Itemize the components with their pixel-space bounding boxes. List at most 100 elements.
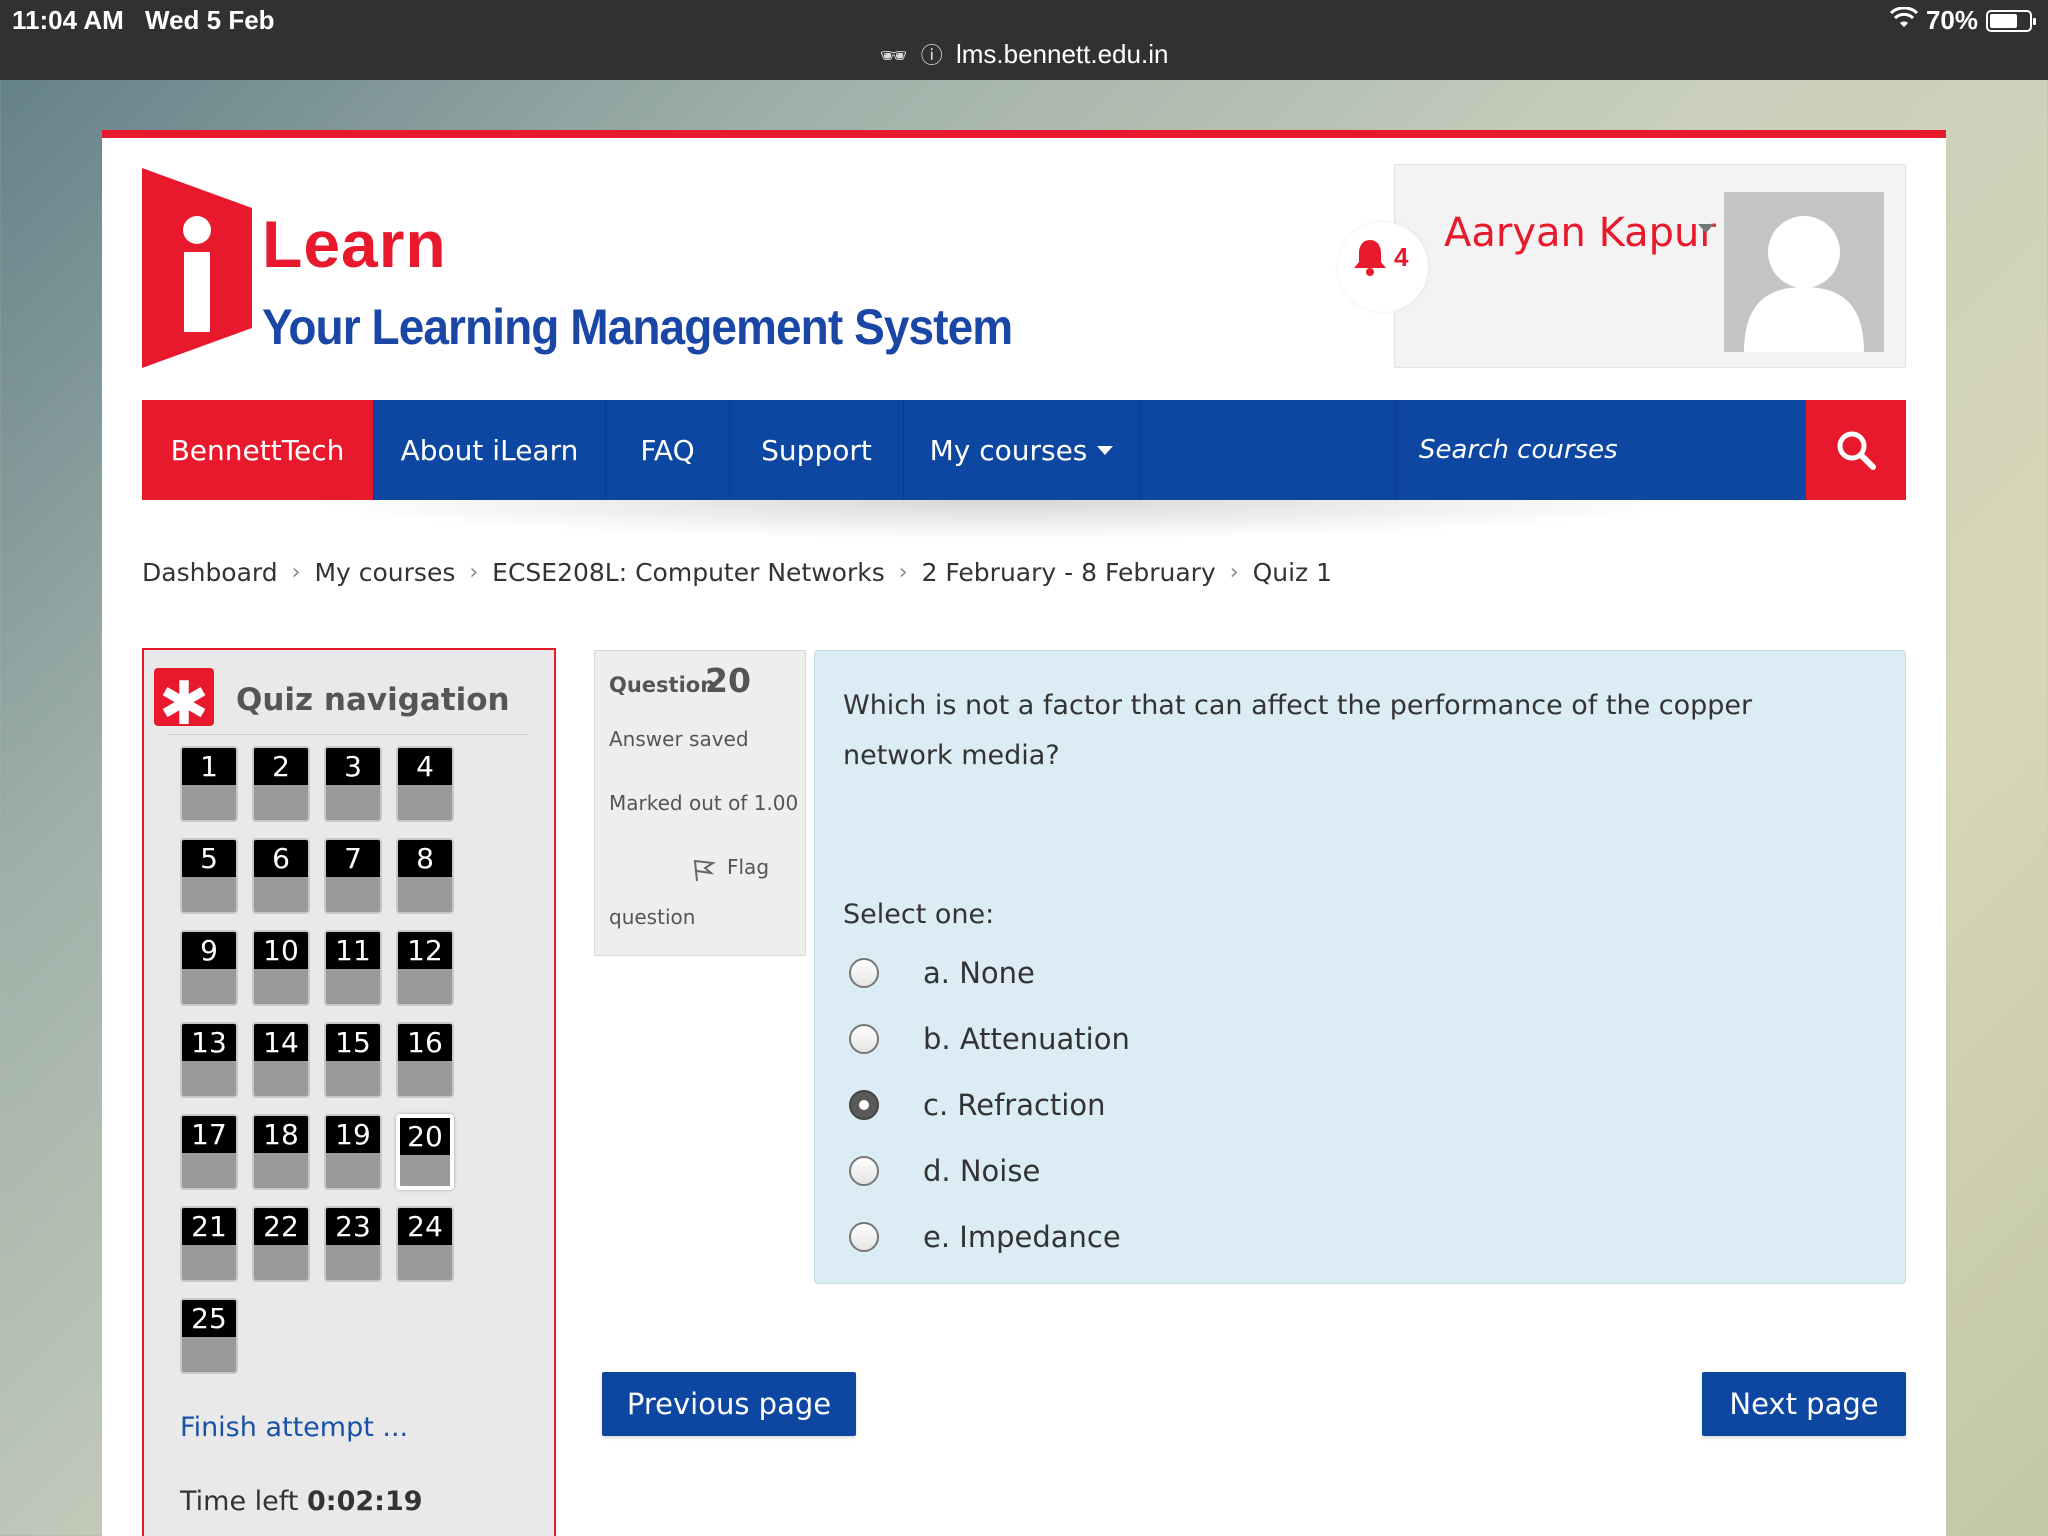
question-button-number: 23 — [326, 1208, 380, 1245]
question-button[interactable]: 21 — [180, 1206, 238, 1282]
question-text: Which is not a factor that can affect th… — [843, 690, 1753, 771]
question-button[interactable]: 20 — [396, 1114, 454, 1190]
chevron-right-icon: › — [469, 560, 479, 585]
next-page-button[interactable]: Next page — [1702, 1372, 1906, 1436]
question-button[interactable]: 12 — [396, 930, 454, 1006]
question-button[interactable]: 9 — [180, 930, 238, 1006]
notifications-button[interactable]: 4 — [1338, 222, 1428, 312]
breadcrumb-dashboard[interactable]: Dashboard — [142, 558, 278, 587]
question-button-number: 3 — [326, 748, 380, 785]
answer-status: Answer saved — [609, 727, 749, 751]
question-button[interactable]: 24 — [396, 1206, 454, 1282]
question-button-number: 5 — [182, 840, 236, 877]
finish-attempt-link[interactable]: Finish attempt ... — [180, 1412, 408, 1443]
time-left: Time left 0:02:19 — [180, 1486, 423, 1517]
question-button[interactable]: 11 — [324, 930, 382, 1006]
page-card: Learn Your Learning Management System 4 … — [102, 130, 1946, 1536]
question-button-number: 17 — [182, 1116, 236, 1153]
user-dropdown-caret-icon[interactable] — [1698, 224, 1714, 233]
question-button[interactable]: 4 — [396, 746, 454, 822]
question-button-number: 7 — [326, 840, 380, 877]
nav-item-about[interactable]: About iLearn — [374, 400, 606, 500]
site-logo[interactable]: Learn Your Learning Management System — [142, 168, 1042, 368]
answer-option[interactable]: b. Attenuation — [849, 1017, 1130, 1061]
question-button[interactable]: 3 — [324, 746, 382, 822]
question-button-number: 9 — [182, 932, 236, 969]
flag-question-label-2[interactable]: question — [609, 905, 695, 929]
address-bar[interactable]: 🕶 ⓘ lms.bennett.edu.in — [0, 38, 2048, 70]
question-button-number: 21 — [182, 1208, 236, 1245]
flag-icon[interactable] — [691, 855, 719, 883]
status-right: 70% — [1889, 5, 2036, 36]
battery-fill — [1990, 13, 2017, 28]
question-button[interactable]: 18 — [252, 1114, 310, 1190]
avatar[interactable] — [1724, 192, 1884, 352]
address-url: lms.bennett.edu.in — [955, 39, 1169, 69]
logo-tagline: Your Learning Management System — [262, 299, 1013, 355]
question-button-number: 1 — [182, 748, 236, 785]
user-silhouette-icon — [1744, 216, 1864, 352]
radio-button[interactable] — [849, 1222, 879, 1252]
radio-button[interactable] — [849, 958, 879, 988]
question-button[interactable]: 22 — [252, 1206, 310, 1282]
logo-title: Learn — [262, 207, 447, 281]
nav-my-courses-label: My courses — [929, 433, 1088, 467]
search-button[interactable] — [1806, 400, 1906, 500]
breadcrumb-course[interactable]: ECSE208L: Computer Networks — [492, 558, 885, 587]
question-button[interactable]: 7 — [324, 838, 382, 914]
nav-item-faq[interactable]: FAQ — [606, 400, 730, 500]
radio-button[interactable] — [849, 1024, 879, 1054]
flag-question-label[interactable]: Flag — [727, 855, 769, 879]
search-icon — [1837, 431, 1876, 470]
nav-item-support[interactable]: Support — [730, 400, 904, 500]
radio-button[interactable] — [849, 1090, 879, 1120]
question-button[interactable]: 1 — [180, 746, 238, 822]
nav-item-my-courses[interactable]: My courses — [904, 400, 1140, 500]
ilearn-logo-icon — [142, 168, 252, 368]
answer-option[interactable]: d. Noise — [849, 1149, 1040, 1193]
nav-item-bennetttech[interactable]: BennettTech — [142, 400, 374, 500]
breadcrumb-quiz[interactable]: Quiz 1 — [1253, 558, 1332, 587]
question-button-number: 14 — [254, 1024, 308, 1061]
question-button-number: 8 — [398, 840, 452, 877]
answer-option-label: e. Impedance — [923, 1220, 1121, 1254]
question-button[interactable]: 17 — [180, 1114, 238, 1190]
answer-option-label: c. Refraction — [923, 1088, 1106, 1122]
question-button[interactable]: 25 — [180, 1298, 238, 1374]
question-button[interactable]: 6 — [252, 838, 310, 914]
question-button[interactable]: 8 — [396, 838, 454, 914]
answer-option[interactable]: e. Impedance — [849, 1215, 1121, 1259]
question-button-number: 16 — [398, 1024, 452, 1061]
question-button[interactable]: 19 — [324, 1114, 382, 1190]
question-button-number: 19 — [326, 1116, 380, 1153]
answer-option[interactable]: c. Refraction — [849, 1083, 1105, 1127]
previous-page-button[interactable]: Previous page — [602, 1372, 856, 1436]
question-button[interactable]: 2 — [252, 746, 310, 822]
radio-button[interactable] — [849, 1156, 879, 1186]
chevron-right-icon: › — [1229, 560, 1239, 585]
question-button[interactable]: 16 — [396, 1022, 454, 1098]
time-left-label: Time left — [180, 1486, 299, 1517]
marked-out-of: Marked out of 1.00 — [609, 791, 799, 815]
question-button[interactable]: 15 — [324, 1022, 382, 1098]
question-button-number: 13 — [182, 1024, 236, 1061]
question-button[interactable]: 14 — [252, 1022, 310, 1098]
status-time: 11:04 AM — [12, 5, 124, 35]
question-button-number: 11 — [326, 932, 380, 969]
question-button[interactable]: 5 — [180, 838, 238, 914]
question-button-number: 4 — [398, 748, 452, 785]
breadcrumb-my-courses[interactable]: My courses — [314, 558, 455, 587]
answer-option[interactable]: a. None — [849, 951, 1035, 995]
search-input[interactable]: Search courses — [1396, 400, 1808, 500]
user-name[interactable]: Aaryan Kapur — [1444, 210, 1716, 256]
question-button[interactable]: 13 — [180, 1022, 238, 1098]
question-button-number: 24 — [398, 1208, 452, 1245]
question-info: Question 20 Answer saved Marked out of 1… — [594, 650, 806, 956]
status-date: Wed 5 Feb — [145, 5, 275, 35]
breadcrumb-week[interactable]: 2 February - 8 February — [922, 558, 1216, 587]
question-button[interactable]: 23 — [324, 1206, 382, 1282]
info-icon: ⓘ — [920, 43, 943, 68]
question-button[interactable]: 10 — [252, 930, 310, 1006]
notification-count: 4 — [1394, 242, 1409, 272]
chevron-right-icon: › — [898, 560, 908, 585]
